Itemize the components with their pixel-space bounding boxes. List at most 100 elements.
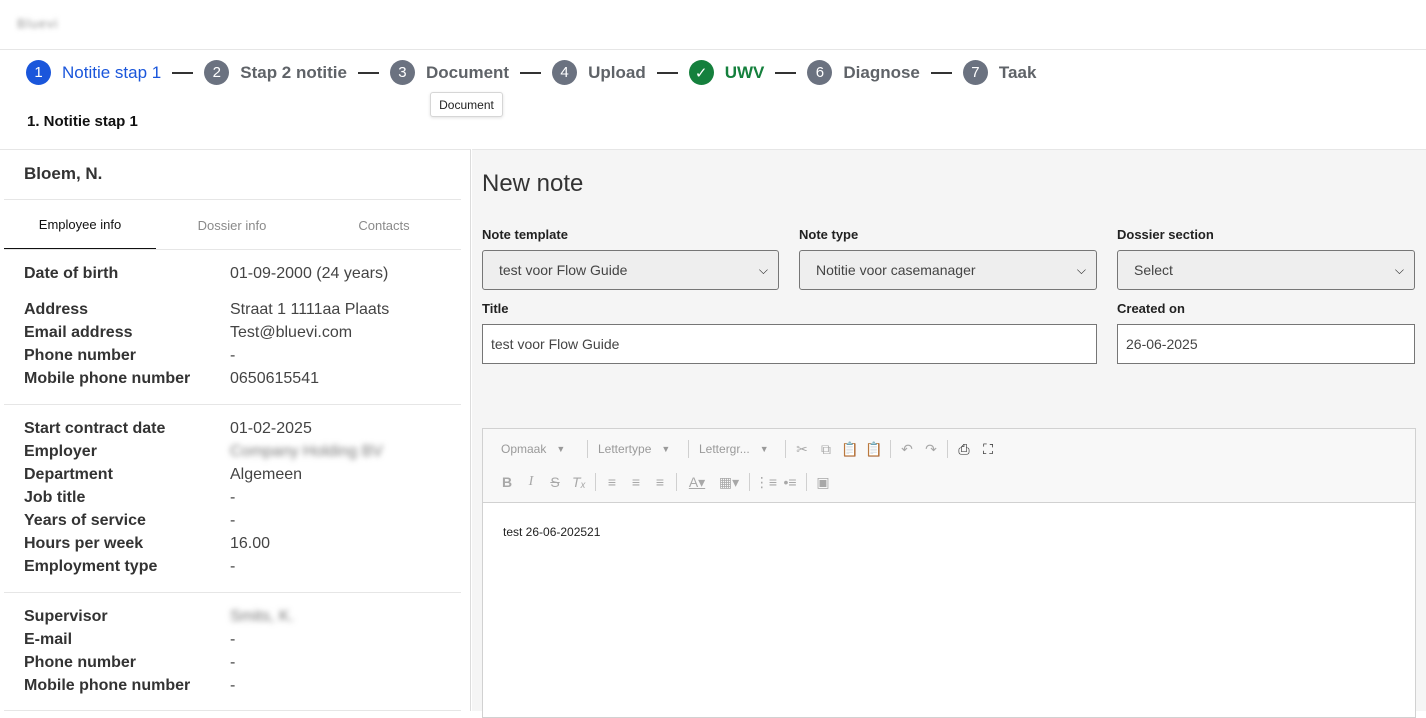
- employee-name: Bloem, N.: [24, 164, 103, 183]
- chevron-down-icon: ⌵: [758, 263, 768, 277]
- remove-format-icon[interactable]: Tₓ: [567, 471, 591, 493]
- font-dropdown[interactable]: Lettertype ▼: [592, 442, 684, 456]
- dossier-section-select[interactable]: Select ⌵: [1117, 250, 1415, 290]
- step-separator: [775, 71, 797, 74]
- toolbar-separator: [890, 440, 891, 458]
- rich-text-editor: Opmaak ▼ Lettertype ▼ Lettergr... ▼ ✂ ⧉ 📋 📋…: [482, 428, 1416, 718]
- created-on-label: Created on: [1117, 301, 1185, 316]
- format-dropdown[interactable]: Opmaak ▼: [495, 442, 583, 456]
- step-6-number: 6: [807, 60, 833, 85]
- toolbar-separator: [595, 473, 596, 491]
- chevron-down-icon: ⌵: [1076, 263, 1086, 277]
- note-type-value: Notitie voor casemanager: [816, 262, 976, 278]
- step-3[interactable]: 3 Document: [389, 60, 509, 85]
- strikethrough-icon[interactable]: S: [543, 471, 567, 493]
- step-separator: [357, 71, 379, 74]
- align-left-icon[interactable]: ≡: [600, 471, 624, 493]
- app-logo: Bluevi: [17, 16, 59, 31]
- info-value: 01-02-2025: [230, 420, 312, 437]
- info-row: Supervisor Smits, K.: [24, 608, 294, 626]
- info-row: E-mail -: [24, 631, 235, 649]
- info-value: Company Holding BV: [230, 443, 383, 460]
- undo-icon[interactable]: ↶: [895, 438, 919, 460]
- editor-content[interactable]: test 26-06-202521: [483, 503, 1415, 561]
- copy-icon[interactable]: ⧉: [814, 438, 838, 460]
- info-label: Start contract date: [24, 420, 166, 437]
- info-row: Employer Company Holding BV: [24, 443, 383, 461]
- numbered-list-icon[interactable]: ⋮≡: [754, 471, 778, 493]
- step-1-label: Notitie stap 1: [62, 62, 162, 82]
- info-row: Start contract date 01-02-2025: [24, 420, 312, 438]
- background-color-icon[interactable]: ▦▾: [713, 471, 745, 493]
- note-template-value: test voor Flow Guide: [499, 262, 628, 278]
- image-icon[interactable]: ▣: [811, 471, 835, 493]
- info-label: Years of service: [24, 512, 146, 529]
- info-label: Department: [24, 466, 113, 483]
- toolbar-separator: [587, 440, 588, 458]
- paste-icon[interactable]: 📋: [838, 438, 862, 460]
- text-color-icon[interactable]: A▾: [681, 471, 713, 493]
- step-separator: [930, 71, 952, 74]
- info-label: Hours per week: [24, 535, 144, 552]
- bullet-list-icon[interactable]: •≡: [778, 471, 802, 493]
- info-value: 0650615541: [230, 370, 319, 387]
- info-label: Mobile phone number: [24, 677, 191, 694]
- info-row: Email address Test@bluevi.com: [24, 324, 352, 342]
- align-center-icon[interactable]: ≡: [624, 471, 648, 493]
- info-value: -: [230, 677, 236, 694]
- employee-tabs: Employee info Dossier info Contacts: [4, 200, 460, 250]
- maximize-icon[interactable]: ⛶: [976, 438, 1000, 460]
- italic-icon[interactable]: I: [519, 471, 543, 493]
- note-type-select[interactable]: Notitie voor casemanager ⌵: [799, 250, 1097, 290]
- info-value: -: [230, 512, 236, 529]
- step-1[interactable]: 1 Notitie stap 1: [26, 60, 161, 85]
- tab-contacts[interactable]: Contacts: [308, 200, 460, 250]
- info-row: Date of birth 01-09-2000 (24 years): [24, 265, 388, 283]
- info-label: Supervisor: [24, 608, 108, 625]
- info-label: Email address: [24, 324, 133, 341]
- paste-text-icon[interactable]: 📋: [862, 438, 886, 460]
- employee-panel: Bloem, N. Employee info Dossier info Con…: [0, 149, 471, 711]
- toolbar-separator: [749, 473, 750, 491]
- info-row: Years of service -: [24, 512, 235, 530]
- info-label: Phone number: [24, 654, 137, 671]
- align-right-icon[interactable]: ≡: [648, 471, 672, 493]
- step-tooltip: Document: [430, 92, 503, 117]
- step-4[interactable]: 4 Upload: [552, 60, 646, 85]
- panel-title: New note: [482, 170, 584, 197]
- info-row: Address Straat 1 1111aa Plaats: [24, 301, 389, 319]
- info-label: Employer: [24, 443, 97, 460]
- info-row: Mobile phone number 0650615541: [24, 370, 319, 388]
- step-separator: [520, 71, 542, 74]
- cut-icon[interactable]: ✂: [790, 438, 814, 460]
- font-size-dropdown-label: Lettergr...: [699, 442, 750, 456]
- step-5[interactable]: ✓ UWV: [688, 60, 765, 85]
- title-input[interactable]: test voor Flow Guide: [482, 324, 1097, 364]
- print-icon[interactable]: ⎙: [952, 438, 976, 460]
- info-value: Smits, K.: [230, 608, 295, 625]
- check-icon: ✓: [688, 60, 714, 85]
- tab-employee-info[interactable]: Employee info: [4, 200, 156, 250]
- font-size-dropdown[interactable]: Lettergr... ▼: [693, 442, 781, 456]
- step-4-label: Upload: [588, 62, 646, 82]
- step-2-number: 2: [204, 60, 230, 85]
- dossier-section-value: Select: [1134, 262, 1173, 278]
- font-dropdown-label: Lettertype: [598, 442, 652, 456]
- created-on-input[interactable]: 26-06-2025: [1117, 324, 1415, 364]
- step-heading: 1. Notitie stap 1: [27, 113, 138, 130]
- step-6[interactable]: 6 Diagnose: [807, 60, 920, 85]
- info-row: Mobile phone number -: [24, 677, 235, 695]
- toolbar-row-1: Opmaak ▼ Lettertype ▼ Lettergr... ▼ ✂ ⧉ 📋 📋…: [495, 438, 1000, 460]
- step-separator: [172, 71, 194, 74]
- info-label: Phone number: [24, 347, 137, 364]
- step-7[interactable]: 7 Taak: [962, 60, 1036, 85]
- note-template-select[interactable]: test voor Flow Guide ⌵: [482, 250, 779, 290]
- redo-icon[interactable]: ↷: [919, 438, 943, 460]
- divider: [4, 592, 461, 593]
- step-5-label: UWV: [724, 62, 765, 82]
- tab-dossier-info[interactable]: Dossier info: [156, 200, 308, 250]
- bold-icon[interactable]: B: [495, 471, 519, 493]
- step-2[interactable]: 2 Stap 2 notitie: [204, 60, 347, 85]
- info-row: Phone number -: [24, 347, 235, 365]
- info-value: -: [230, 654, 236, 671]
